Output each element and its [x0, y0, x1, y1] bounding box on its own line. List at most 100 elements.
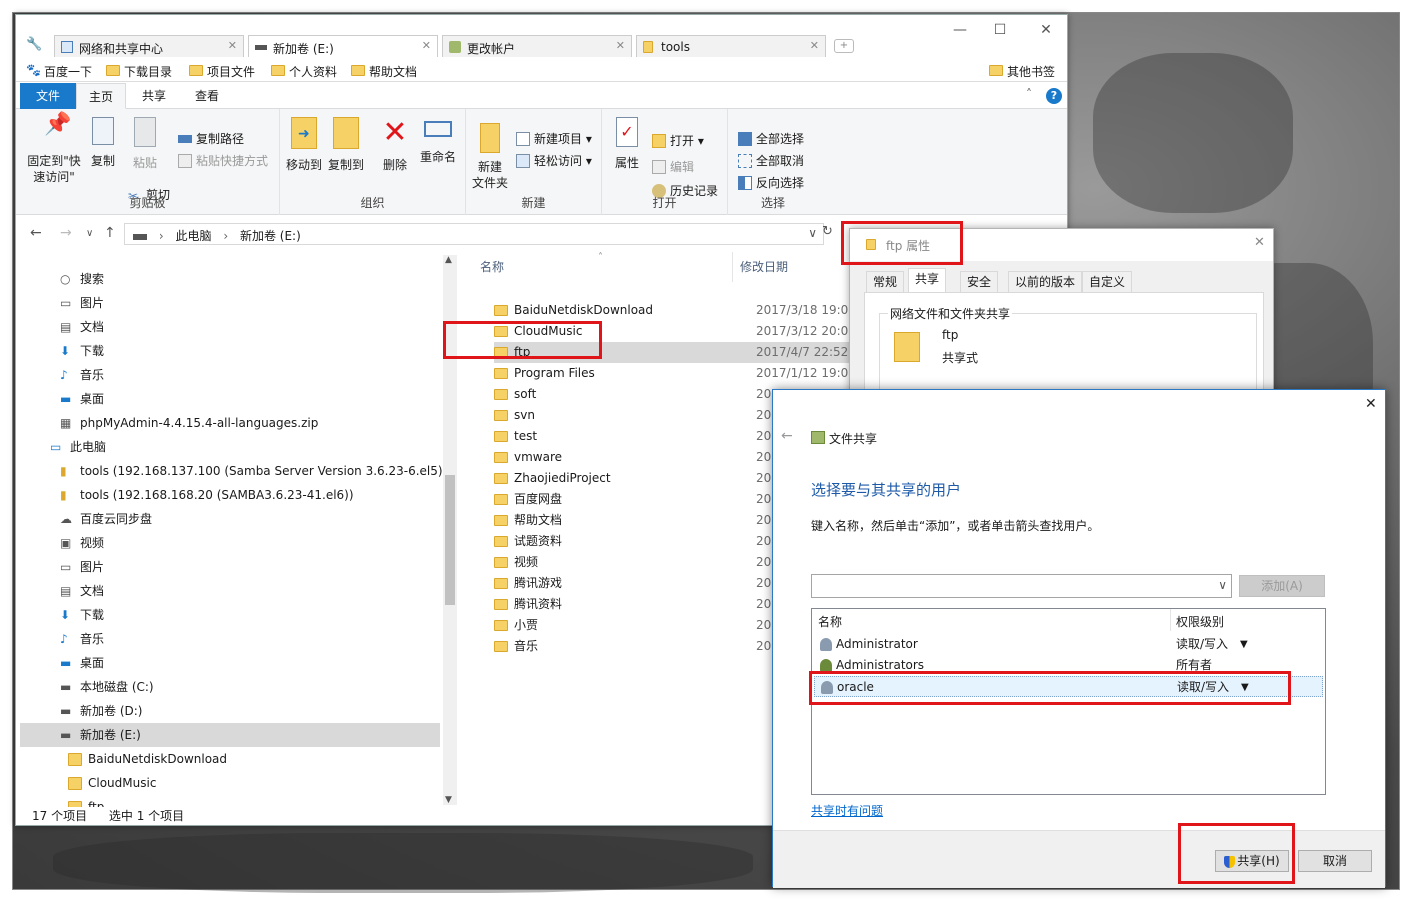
- address-box[interactable]: › 此电脑 › 新加卷 (E:) ∨: [124, 223, 824, 245]
- user-row[interactable]: Administrators 所有者: [814, 655, 1323, 676]
- nav-item[interactable]: ☁ 百度云同步盘: [20, 507, 440, 531]
- nav-item[interactable]: ▬ 本地磁盘 (C:): [20, 675, 440, 699]
- back-arrow-icon[interactable]: ←: [30, 225, 42, 241]
- maximize-button[interactable]: ☐: [980, 19, 1020, 41]
- paste-button[interactable]: 粘贴: [128, 117, 162, 171]
- wrench-icon[interactable]: 🔧: [26, 37, 42, 52]
- nav-item[interactable]: ▤ 文档: [20, 579, 440, 603]
- nav-item[interactable]: ⬇ 下载: [20, 603, 440, 627]
- edit-button[interactable]: 编辑: [652, 159, 694, 175]
- delete-button[interactable]: ✕ 删除: [378, 117, 412, 173]
- open-button[interactable]: 打开 ▾: [652, 133, 704, 149]
- collapse-ribbon-icon[interactable]: ˄: [1026, 87, 1032, 101]
- properties-button[interactable]: ✓ 属性: [610, 117, 644, 171]
- tab-share[interactable]: 共享: [130, 83, 178, 109]
- bookmark-download-dir[interactable]: 下载目录: [106, 63, 172, 80]
- copy-to-button[interactable]: 复制到: [326, 117, 366, 173]
- minimize-button[interactable]: —: [940, 19, 980, 41]
- close-icon[interactable]: ✕: [1365, 396, 1377, 412]
- forward-arrow-icon[interactable]: →: [60, 225, 72, 241]
- props-tab-security[interactable]: 安全: [960, 271, 999, 293]
- user-name-combobox[interactable]: ∨: [811, 574, 1232, 598]
- column-header-permission[interactable]: 权限级别: [1176, 613, 1224, 630]
- bookmark-project-files[interactable]: 项目文件: [189, 63, 255, 80]
- close-icon[interactable]: ✕: [810, 39, 819, 52]
- select-none-button[interactable]: 全部取消: [738, 153, 804, 169]
- bookmark-baidu[interactable]: 🐾 百度一下: [26, 63, 92, 80]
- nav-item[interactable]: ▮ tools (192.168.168.20 (SAMBA3.6.23-41.e…: [20, 483, 440, 507]
- user-row-selected[interactable]: oracle 读取/写入 ▼: [814, 676, 1323, 697]
- breadcrumb-pc[interactable]: 此电脑: [175, 229, 211, 243]
- tab-network-center[interactable]: 网络和共享中心 ✕: [54, 35, 244, 57]
- tab-view[interactable]: 查看: [183, 83, 231, 109]
- close-icon[interactable]: ✕: [616, 39, 625, 52]
- nav-item[interactable]: ⬇ 下载: [20, 339, 440, 363]
- column-header-date[interactable]: 修改日期: [740, 252, 788, 282]
- new-folder-button[interactable]: 新建 文件夹: [470, 123, 510, 191]
- add-button[interactable]: 添加(A): [1239, 575, 1325, 597]
- tab-change-account[interactable]: 更改帐户 ✕: [442, 35, 632, 57]
- select-all-button[interactable]: 全部选择: [738, 131, 804, 147]
- nav-item[interactable]: BaiduNetdiskDownload: [20, 747, 440, 771]
- tab-file[interactable]: 文件: [20, 83, 76, 109]
- close-window-button[interactable]: ✕: [1026, 19, 1066, 41]
- copy-path-button[interactable]: 复制路径: [178, 131, 244, 147]
- nav-item[interactable]: ○ 搜索: [20, 267, 440, 291]
- nav-item[interactable]: ▣ 视频: [20, 531, 440, 555]
- nav-item[interactable]: ▬ 桌面: [20, 387, 440, 411]
- props-tab-general[interactable]: 常规: [866, 271, 905, 293]
- nav-item[interactable]: ▮ tools (192.168.137.100 (Samba Server Ve…: [20, 459, 447, 483]
- help-icon[interactable]: ?: [1046, 88, 1062, 104]
- recent-locations-icon[interactable]: ∨: [86, 228, 93, 239]
- tab-drive-e[interactable]: 新加卷 (E:) ✕: [248, 35, 438, 57]
- shared-folder-name: ftp: [942, 328, 959, 342]
- bookmark-other[interactable]: 其他书签: [989, 63, 1055, 80]
- props-tab-sharing[interactable]: 共享: [908, 268, 947, 293]
- new-item-button[interactable]: 新建项目 ▾: [516, 131, 592, 147]
- close-icon[interactable]: ✕: [228, 39, 237, 52]
- nav-item[interactable]: ▦ phpMyAdmin-4.4.15.4-all-languages.zip: [20, 411, 440, 435]
- nav-item[interactable]: ▭ 此电脑: [20, 435, 440, 459]
- cancel-button[interactable]: 取消: [1298, 850, 1372, 872]
- close-icon[interactable]: ✕: [422, 39, 431, 52]
- nav-item[interactable]: ▭ 图片: [20, 291, 440, 315]
- nav-item[interactable]: ▬ 桌面: [20, 651, 440, 675]
- bookmark-personal[interactable]: 个人资料: [271, 63, 337, 80]
- tab-home[interactable]: 主页: [76, 83, 127, 109]
- nav-item[interactable]: ♪ 音乐: [20, 627, 440, 651]
- paste-shortcut-button[interactable]: 粘贴快捷方式: [178, 153, 268, 169]
- nav-item[interactable]: ♪ 音乐: [20, 363, 440, 387]
- share-button[interactable]: 共享(H): [1215, 850, 1289, 872]
- breadcrumb-drive[interactable]: 新加卷 (E:): [240, 229, 301, 243]
- tab-tools[interactable]: tools ✕: [636, 35, 826, 57]
- user-row[interactable]: Administrator 读取/写入 ▼: [814, 634, 1323, 655]
- column-header-name[interactable]: 名称: [818, 613, 842, 630]
- copy-button[interactable]: 复制: [86, 117, 120, 169]
- nav-item[interactable]: ▭ 图片: [20, 555, 440, 579]
- address-dropdown-icon[interactable]: ∨: [808, 226, 817, 240]
- nav-item[interactable]: CloudMusic: [20, 771, 440, 795]
- nav-item[interactable]: ▬ 新加卷 (D:): [20, 699, 440, 723]
- new-tab-button[interactable]: +: [834, 39, 854, 53]
- props-tab-customize[interactable]: 自定义: [1082, 271, 1133, 293]
- column-header-name[interactable]: 名称: [480, 252, 504, 282]
- rename-button[interactable]: 重命名: [416, 117, 460, 165]
- pin-quick-access-button[interactable]: 📌 固定到"快 速访问": [24, 114, 84, 185]
- close-icon[interactable]: ✕: [1254, 235, 1265, 250]
- invert-selection-button[interactable]: 反向选择: [738, 175, 804, 191]
- back-arrow-icon[interactable]: ←: [781, 428, 793, 444]
- props-tab-previous-versions[interactable]: 以前的版本: [1008, 271, 1083, 293]
- up-arrow-icon[interactable]: ↑: [104, 225, 116, 241]
- nav-item[interactable]: ▤ 文档: [20, 315, 440, 339]
- nav-scrollbar[interactable]: ▲ ▼: [443, 255, 457, 805]
- caret-down-icon[interactable]: ▼: [1240, 634, 1248, 655]
- nav-item[interactable]: ▬ 新加卷 (E:): [20, 723, 440, 747]
- easy-access-button[interactable]: 轻松访问 ▾: [516, 153, 592, 169]
- refresh-icon[interactable]: ↻: [822, 224, 833, 239]
- chevron-down-icon[interactable]: ∨: [1218, 578, 1227, 592]
- file-sharing-dialog: ✕ ← 文件共享 选择要与其共享的用户 键入名称，然后单击“添加”，或者单击箭头…: [772, 389, 1386, 888]
- bookmark-help-docs[interactable]: 帮助文档: [351, 63, 417, 80]
- move-to-button[interactable]: ➜ 移动到: [284, 117, 324, 173]
- sharing-help-link[interactable]: 共享时有问题: [811, 802, 883, 819]
- caret-down-icon[interactable]: ▼: [1241, 677, 1249, 698]
